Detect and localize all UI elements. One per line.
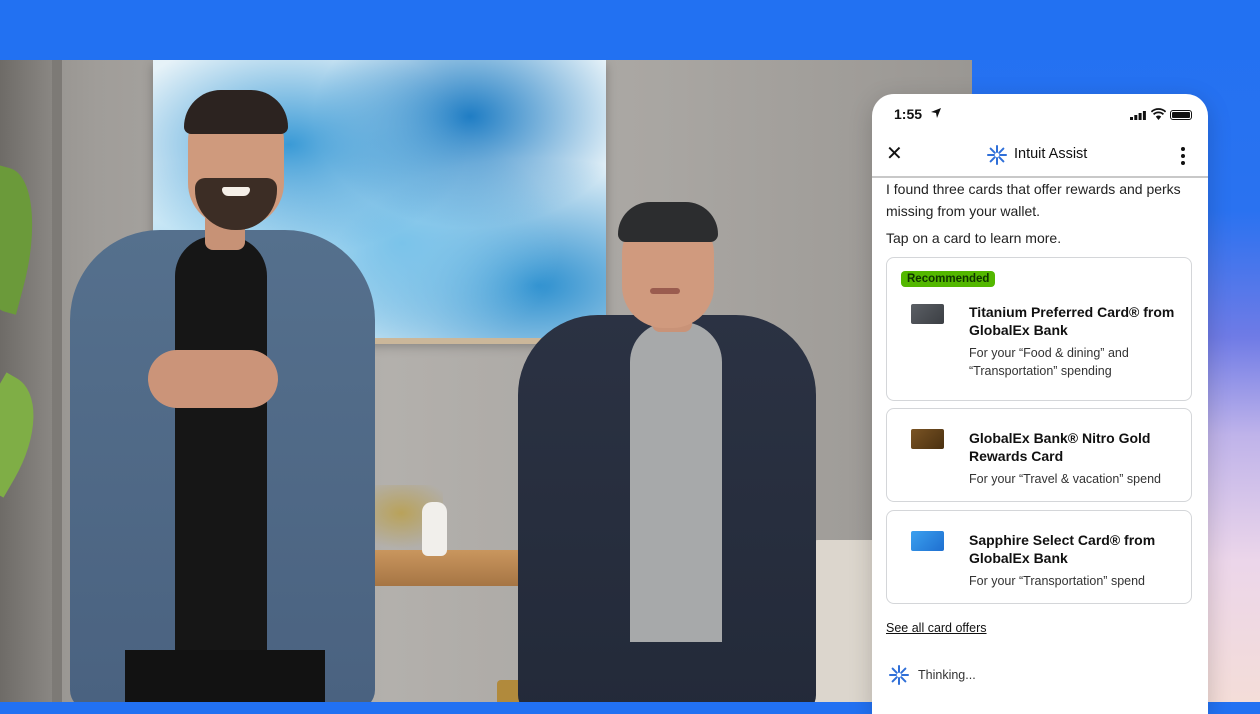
- close-icon[interactable]: ✕: [886, 144, 903, 164]
- presenter-right-shirt: [630, 322, 722, 642]
- assistant-header: ✕ Intuit Assist: [872, 134, 1208, 178]
- presenter-right-hair: [618, 202, 718, 242]
- presenters-video: [0, 60, 972, 702]
- credit-card-icon: [911, 531, 944, 551]
- card-description: For your “Transportation” spend: [969, 574, 1146, 588]
- signal-icon: [1130, 111, 1146, 120]
- card-offer-sapphire[interactable]: Sapphire Select Card® from GlobalEx Bank…: [886, 510, 1192, 604]
- wall-pillar: [52, 60, 62, 702]
- header-title: Intuit Assist: [1014, 146, 1088, 162]
- presenter-left-smile: [222, 187, 250, 196]
- card-offer-titanium[interactable]: Recommended Titanium Preferred Card® fro…: [886, 257, 1192, 401]
- presenter-right-smile: [650, 288, 680, 294]
- card-description: For your “Food & dining” and “Transporta…: [969, 346, 1129, 378]
- credit-card-icon: [911, 304, 944, 324]
- card-title: GlobalEx Bank® Nitro Gold Rewards Card: [969, 430, 1151, 464]
- wifi-icon: [1151, 108, 1166, 120]
- white-vase: [422, 502, 447, 556]
- location-arrow-icon: [931, 108, 941, 118]
- top-blue-band: [0, 0, 1260, 60]
- recommended-badge: Recommended: [901, 271, 996, 287]
- card-title: Sapphire Select Card® from GlobalEx Bank: [969, 532, 1156, 566]
- phone-screen: 1:55 ✕ Intuit Assist I found three cards…: [872, 94, 1208, 714]
- see-all-card-offers-link[interactable]: See all card offers: [886, 621, 987, 635]
- assistant-message: I found three cards that offer rewards a…: [886, 181, 1181, 219]
- intuit-assist-icon: [889, 665, 909, 685]
- intuit-assist-icon: [987, 145, 1007, 165]
- card-description: For your “Travel & vacation” spend: [969, 472, 1161, 486]
- presenter-left-hands: [148, 350, 278, 408]
- presenter-left-hair: [184, 90, 288, 134]
- card-title: Titanium Preferred Card® from GlobalEx B…: [969, 304, 1175, 338]
- status-time: 1:55: [894, 106, 923, 122]
- presenter-left-pants: [125, 650, 325, 702]
- more-vertical-icon[interactable]: [1178, 146, 1188, 166]
- credit-card-icon: [911, 429, 944, 449]
- battery-icon: [1170, 110, 1192, 120]
- status-bar: 1:55: [872, 94, 1208, 134]
- thinking-status: Thinking...: [918, 668, 976, 682]
- assistant-message: Tap on a card to learn more.: [886, 230, 1062, 246]
- presenter-left-shirt: [175, 236, 267, 702]
- card-offer-nitro-gold[interactable]: GlobalEx Bank® Nitro Gold Rewards Card F…: [886, 408, 1192, 502]
